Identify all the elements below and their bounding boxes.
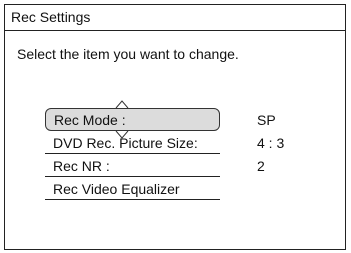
menu-item-value: SP [257, 112, 276, 128]
menu-item-label: DVD Rec. Picture Size: [45, 132, 220, 154]
menu-item-rec-mode[interactable]: Rec Mode : SP [45, 100, 335, 139]
menu-item-rec-nr[interactable]: Rec NR : 2 [45, 155, 335, 177]
menu-item-value: 4 : 3 [257, 135, 285, 151]
menu-item-rec-video-equalizer[interactable]: Rec Video Equalizer [45, 178, 335, 200]
instruction-text: Select the item you want to change. [17, 46, 239, 62]
menu-item-label: Rec Mode : [45, 108, 220, 131]
rec-settings-dialog: Rec Settings Select the item you want to… [4, 4, 346, 250]
dialog-title: Rec Settings [5, 5, 345, 31]
menu-item-dvd-rec-picture-size[interactable]: DVD Rec. Picture Size: 4 : 3 [45, 132, 335, 154]
menu-item-label: Rec Video Equalizer [45, 178, 220, 200]
menu-item-label: Rec NR : [45, 155, 220, 177]
menu-item-value: 2 [257, 158, 265, 174]
